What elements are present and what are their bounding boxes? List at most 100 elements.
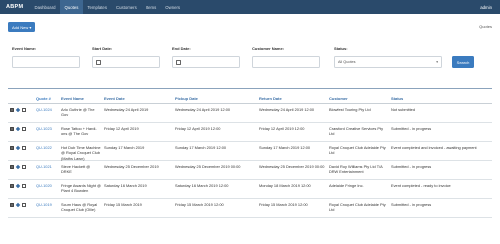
breadcrumb: Quotes [479, 24, 492, 29]
table-divider [8, 88, 492, 89]
end-date-filter: End Date: [172, 46, 240, 68]
search-button[interactable]: Search [452, 56, 474, 68]
edit-icon[interactable] [15, 145, 21, 150]
table-row[interactable]: QU-1021 Steve Hackett @ DRKE Wednesday 2… [8, 161, 492, 180]
edit-icon[interactable] [15, 183, 21, 188]
event-date: Wednesday 24 April 2019 [104, 107, 149, 112]
pickup-date: Sunday 17 March 2019 12:00 [175, 145, 227, 150]
customer-name: Royal Croquet Club Adelaide Pty Ltd [329, 145, 386, 156]
status: Submitted - in progress [391, 202, 432, 207]
nav-dashboard[interactable]: Dashboard [30, 0, 60, 14]
column-header-event-date[interactable]: Event Date [102, 96, 173, 101]
delete-icon[interactable] [22, 145, 26, 150]
delete-icon[interactable] [22, 107, 26, 112]
customer-name: Adelaide Fringe Inc. [329, 183, 364, 188]
customer-name-label: Customer Name: [252, 46, 285, 51]
return-date: Friday 12 April 2019 12:00 [259, 126, 305, 131]
start-date-input[interactable] [92, 56, 160, 68]
event-name: Arlo Guthrie @ The Gov [61, 107, 95, 118]
quote-number-link[interactable]: QU-1019 [34, 202, 59, 207]
quote-number-link[interactable]: QU-1024 [34, 107, 59, 112]
row-actions [8, 183, 34, 188]
chevron-down-icon: ▾ [436, 60, 438, 64]
print-icon[interactable] [10, 107, 14, 112]
customer-name: Blowfest Touring Pty Ltd [329, 107, 371, 112]
customer-name-input[interactable] [252, 56, 320, 68]
status: Submitted - in progress [391, 164, 432, 169]
pickup-date: Wednesday 24 April 2019 12:00 [175, 107, 231, 112]
nav-items[interactable]: Items [141, 0, 161, 14]
event-date: Friday 12 April 2019 [104, 126, 139, 131]
user-menu[interactable]: admin [480, 0, 492, 14]
event-name: Rose Tattoo + Hardi- ons @ The Gov [61, 126, 97, 137]
filter-form: Event Name: Start Date: End Date: Custom… [12, 46, 480, 72]
event-date: Saturday 16 March 2019 [104, 183, 147, 188]
table-row[interactable]: QU-1020 Fringe Awards Night @ Plant 4 Bo… [8, 180, 492, 199]
event-name: Scum Haus @ Royal Croquet Club (Ollie) [61, 202, 98, 213]
brand-logo[interactable]: ABPM [0, 4, 30, 10]
status-filter: Status: All Quotes ▾ [334, 46, 442, 68]
print-icon[interactable] [10, 126, 14, 131]
delete-icon[interactable] [22, 126, 26, 131]
event-name: Fringe Awards Night @ Plant 4 Bowden [61, 183, 101, 194]
print-icon[interactable] [10, 202, 14, 207]
nav-quotes[interactable]: Quotes [60, 0, 83, 14]
return-date: Monday 18 March 2019 12:00 [259, 183, 311, 188]
column-header-return-date[interactable]: Return Date [257, 96, 327, 101]
pickup-date: Friday 15 March 2019 12:00 [175, 202, 224, 207]
row-actions [8, 107, 34, 112]
quote-number-link[interactable]: QU-1023 [34, 126, 59, 131]
event-name: Steve Hackett @ DRKE [61, 164, 91, 175]
status: Not submitted [391, 107, 416, 112]
row-actions [8, 126, 34, 131]
customer-name-filter: Customer Name: [252, 46, 320, 68]
delete-icon[interactable] [22, 183, 26, 188]
column-header-status[interactable]: Status [389, 96, 492, 101]
actions-column-header [8, 98, 34, 99]
end-date-input[interactable] [172, 56, 240, 68]
edit-icon[interactable] [15, 126, 21, 131]
status-select-value: All Quotes [338, 60, 356, 64]
nav-templates[interactable]: Templates [83, 0, 112, 14]
delete-icon[interactable] [22, 164, 26, 169]
edit-icon[interactable] [15, 202, 21, 207]
calendar-icon[interactable] [176, 59, 181, 65]
table-row[interactable]: QU-1022 Hot Dub Time Machine @ Royal Cro… [8, 142, 492, 161]
event-name-label: Event Name: [12, 46, 37, 51]
toolbar: Add New ▾ Quotes [8, 22, 492, 32]
quote-number-link[interactable]: QU-1022 [34, 145, 59, 150]
delete-icon[interactable] [22, 202, 26, 207]
row-actions [8, 202, 34, 207]
table-row[interactable]: QU-1024 Arlo Guthrie @ The Gov Wednesday… [8, 104, 492, 123]
table-row[interactable]: QU-1019 Scum Haus @ Royal Croquet Club (… [8, 199, 492, 218]
return-date: Wednesday 25 December 2019 00:00 [259, 164, 325, 169]
quote-number-link[interactable]: QU-1020 [34, 183, 59, 188]
row-actions [8, 164, 34, 169]
customer-name: David Roy Williams Pty Ltd T/A DRW Enter… [329, 164, 383, 175]
column-header-pickup-date[interactable]: Pickup Date [173, 96, 257, 101]
event-date: Friday 15 March 2019 [104, 202, 142, 207]
main-nav: Dashboard Quotes Templates Customers Ite… [30, 0, 185, 14]
column-header-event-name[interactable]: Event Name [59, 96, 102, 101]
nav-customers[interactable]: Customers [111, 0, 141, 14]
table-row[interactable]: QU-1023 Rose Tattoo + Hardi- ons @ The G… [8, 123, 492, 142]
column-header-quote[interactable]: Quote # [34, 96, 59, 101]
status: Event completed - ready to invoice [391, 183, 451, 188]
calendar-icon[interactable] [96, 59, 101, 65]
quote-number-link[interactable]: QU-1021 [34, 164, 59, 169]
add-new-button[interactable]: Add New ▾ [8, 22, 36, 32]
row-actions [8, 145, 34, 150]
print-icon[interactable] [10, 164, 14, 169]
print-icon[interactable] [10, 183, 14, 188]
column-header-customer[interactable]: Customer [327, 96, 389, 101]
start-date-label: Start Date: [92, 46, 113, 51]
status-select[interactable]: All Quotes ▾ [334, 56, 442, 68]
event-date: Sunday 17 March 2019 [104, 145, 145, 150]
event-name-input[interactable] [12, 56, 80, 68]
edit-icon[interactable] [15, 164, 21, 169]
print-icon[interactable] [10, 145, 14, 150]
top-navbar: ABPM Dashboard Quotes Templates Customer… [0, 0, 500, 14]
status: Submitted - in progress [391, 126, 432, 131]
nav-owners[interactable]: Owners [161, 0, 185, 14]
edit-icon[interactable] [15, 107, 21, 112]
